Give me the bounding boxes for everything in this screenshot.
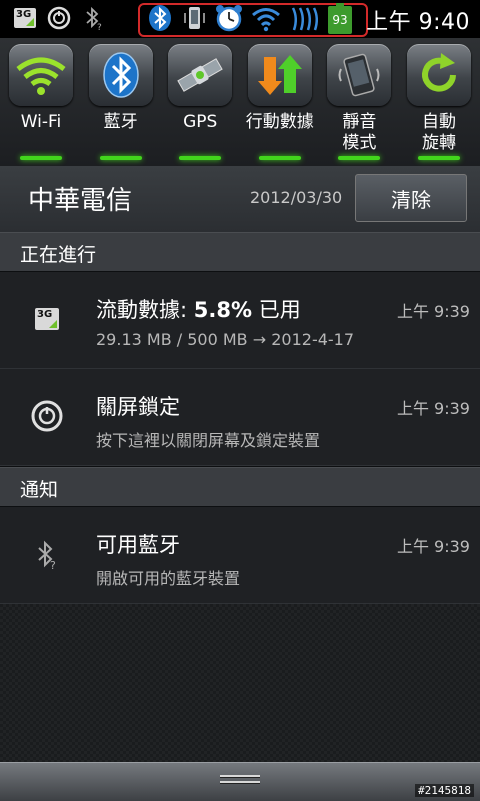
section-title: 通知 — [20, 479, 59, 501]
ongoing-header: 正在進行 — [0, 232, 480, 271]
notification-time: 上午 9:39 — [396, 302, 470, 321]
toggle-label: GPS — [183, 112, 218, 132]
satellite-icon — [168, 44, 233, 106]
toggle-mobile-data[interactable]: 行動數據 — [241, 38, 319, 166]
signal-icon — [288, 4, 322, 36]
phone-vibrate-icon — [180, 4, 208, 36]
svg-text:?: ? — [50, 559, 56, 570]
notification-title: 關屏鎖定 — [96, 395, 180, 419]
data-arrows-icon — [247, 44, 312, 106]
3g-icon: 3G — [30, 302, 64, 336]
notification-subtitle: 開啟可用的藍牙裝置 — [96, 569, 241, 588]
grip-lines — [220, 775, 260, 787]
toggle-gps[interactable]: GPS — [161, 38, 239, 166]
battery-icon: 93 — [328, 3, 352, 34]
notification-subtitle: 29.13 MB / 500 MB → 2012-4-17 — [96, 330, 355, 349]
drag-handle[interactable] — [0, 762, 480, 801]
battery-level: 93 — [332, 13, 348, 27]
toggle-on-indicator — [20, 156, 62, 160]
wifi-icon — [9, 44, 73, 106]
bluetooth-unknown-icon: ? — [30, 537, 64, 571]
toggle-label: 藍牙 — [103, 112, 138, 132]
carrier-row: 中華電信 2012/03/30 清除 — [0, 166, 480, 232]
rotate-icon — [406, 44, 471, 106]
silent-phone-icon — [327, 44, 392, 106]
notification-title: 流動數據: 5.8% 已用 — [96, 294, 301, 324]
clear-button[interactable]: 清除 — [355, 174, 467, 222]
toggle-label: 行動數據 — [245, 112, 314, 132]
notification-time: 上午 9:39 — [396, 537, 470, 556]
power-lock-icon — [46, 5, 72, 31]
toggle-rotate[interactable]: 自動 旋轉 — [400, 38, 478, 166]
notification-screen-lock[interactable]: 關屏鎖定 按下這裡以關閉屏幕及鎖定裝置 上午 9:39 — [0, 369, 480, 466]
status-time: 上午 9:40 — [366, 10, 470, 35]
toggle-label: Wi-Fi — [20, 112, 62, 132]
status-left-icons: 3G ? — [12, 5, 106, 31]
section-title: 正在進行 — [20, 244, 97, 266]
power-lock-icon — [30, 399, 64, 433]
carrier-date: 2012/03/30 — [250, 188, 343, 207]
notification-title: 可用藍牙 — [96, 533, 180, 557]
wifi-icon — [250, 4, 282, 36]
toggle-on-indicator — [179, 156, 222, 160]
watermark: #2145818 — [415, 784, 474, 797]
notification-subtitle: 按下這裡以關閉屏幕及鎖定裝置 — [96, 431, 321, 450]
bluetooth-icon — [146, 4, 174, 36]
notification-data-usage[interactable]: 3G 流動數據: 5.8% 已用 29.13 MB / 500 MB → 201… — [0, 272, 480, 369]
svg-text:?: ? — [97, 23, 102, 31]
notifications-header: 通知 — [0, 467, 480, 506]
title-percent: 5.8% — [193, 298, 253, 322]
toggle-label: 自動 旋轉 — [421, 112, 456, 153]
carrier-name: 中華電信 — [28, 186, 133, 216]
quick-toggles: Wi-Fi 藍牙 GPS 行動數據 靜音 模式 自動 旋轉 — [0, 38, 480, 166]
notification-time: 上午 9:39 — [396, 399, 470, 418]
toggle-on-indicator — [99, 156, 142, 160]
3g-icon: 3G — [12, 5, 38, 31]
status-icons-highlight: 93 — [138, 3, 368, 37]
alarm-clock-icon — [214, 3, 244, 37]
bluetooth-unknown-icon: ? — [80, 5, 106, 31]
status-bar[interactable]: 3G ? 93 上午 9:40 — [0, 0, 480, 38]
bluetooth-icon — [88, 44, 153, 106]
toggle-on-indicator — [417, 156, 460, 160]
empty-area — [0, 604, 480, 762]
toggle-silent[interactable]: 靜音 模式 — [320, 38, 398, 166]
title-prefix: 流動數據: — [96, 298, 194, 322]
toggle-on-indicator — [338, 156, 381, 160]
title-suffix: 已用 — [252, 298, 301, 322]
toggle-on-indicator — [258, 156, 301, 160]
notification-bluetooth-available[interactable]: ? 可用藍牙 開啟可用的藍牙裝置 上午 9:39 — [0, 507, 480, 604]
toggle-label: 靜音 模式 — [342, 112, 377, 153]
toggle-wifi[interactable]: Wi-Fi — [2, 38, 80, 166]
toggle-bluetooth[interactable]: 藍牙 — [82, 38, 160, 166]
